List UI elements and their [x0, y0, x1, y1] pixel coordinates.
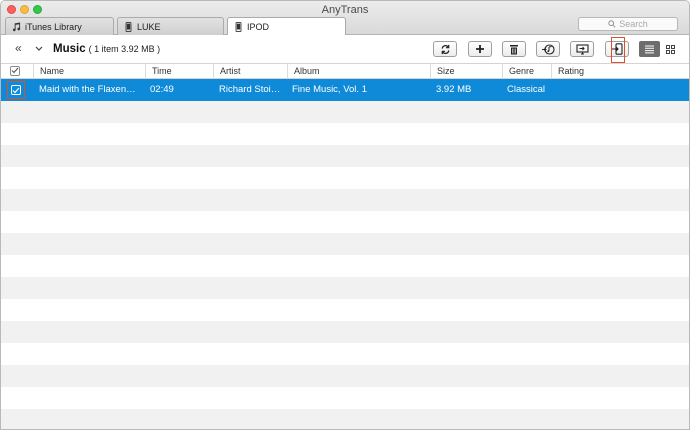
empty-row: [1, 387, 689, 409]
search-input[interactable]: Search: [578, 17, 678, 31]
empty-row: [1, 343, 689, 365]
add-button[interactable]: [468, 41, 492, 57]
chevron-down-icon: [35, 46, 43, 51]
cell-size: 3.92 MB: [436, 84, 472, 95]
column-header-size[interactable]: Size: [430, 64, 502, 79]
search-icon: [608, 20, 616, 28]
phone-icon: [125, 21, 132, 32]
empty-row: [1, 365, 689, 387]
empty-row: [1, 255, 689, 277]
empty-row: [1, 123, 689, 145]
column-header-genre[interactable]: Genre: [502, 64, 551, 79]
empty-row: [1, 167, 689, 189]
title-bar: AnyTrans iTunes Library LUKE IPOD Search: [1, 1, 689, 36]
empty-row: [1, 101, 689, 123]
tab-label: IPOD: [247, 22, 270, 32]
empty-row: [1, 409, 689, 429]
add-icon: [476, 45, 484, 53]
empty-row: [1, 321, 689, 343]
to-itunes-icon: [541, 43, 555, 55]
column-header-rating[interactable]: Rating: [551, 64, 689, 79]
list-view-icon: [645, 45, 654, 53]
cell-album: Fine Music, Vol. 1: [292, 84, 367, 95]
track-list: Maid with the Flaxen… 02:49 Richard Stoi…: [1, 79, 689, 429]
empty-row: [1, 145, 689, 167]
empty-row: [1, 189, 689, 211]
delete-button[interactable]: [502, 41, 526, 57]
empty-row: [1, 299, 689, 321]
tab-label: iTunes Library: [25, 21, 82, 32]
empty-row: [1, 277, 689, 299]
table-row[interactable]: Maid with the Flaxen… 02:49 Richard Stoi…: [1, 79, 689, 101]
window-title: AnyTrans: [321, 4, 369, 16]
column-header-album[interactable]: Album: [287, 64, 430, 79]
column-header-time[interactable]: Time: [145, 64, 213, 79]
checkmark-icon: [12, 87, 20, 93]
cell-artist: Richard Stoi…: [219, 84, 281, 95]
search-placeholder: Search: [619, 19, 648, 29]
select-all-column: [5, 64, 34, 79]
checkmark-icon: [11, 67, 19, 74]
tab-ipod[interactable]: IPOD: [227, 17, 346, 36]
delete-icon: [510, 44, 518, 54]
cell-name: Maid with the Flaxen…: [39, 84, 136, 95]
refresh-icon: [441, 44, 449, 54]
category-dropdown-button[interactable]: [35, 42, 43, 54]
to-computer-icon: [575, 43, 589, 55]
empty-row: [1, 233, 689, 255]
back-button[interactable]: «: [15, 42, 22, 54]
cell-rating: [557, 79, 677, 101]
music-note-icon: [12, 22, 21, 31]
grid-view-icon: [666, 44, 675, 54]
select-all-checkbox[interactable]: [10, 65, 20, 76]
tab-label: LUKE: [137, 21, 161, 32]
row-checkbox[interactable]: [11, 85, 21, 95]
tab-itunes-library[interactable]: iTunes Library: [5, 17, 114, 35]
send-to-itunes-button[interactable]: [536, 41, 560, 57]
tab-luke[interactable]: LUKE: [117, 17, 224, 35]
cell-genre: Classical: [507, 84, 546, 95]
cell-time: 02:49: [150, 84, 174, 95]
list-view-button[interactable]: [639, 41, 660, 57]
empty-row: [1, 211, 689, 233]
send-to-device-highlight: [611, 37, 625, 63]
breadcrumb: Music( 1 item 3.92 MB ): [53, 43, 160, 55]
table-header: Name Time Artist Album Size Genre Rating: [1, 63, 689, 79]
app-window: AnyTrans iTunes Library LUKE IPOD Search…: [0, 0, 690, 430]
device-tabs: iTunes Library LUKE IPOD: [5, 17, 349, 36]
send-to-computer-button[interactable]: [570, 41, 594, 57]
toolbar: « Music( 1 item 3.92 MB ): [1, 35, 689, 63]
view-mode-toggle: [639, 41, 681, 57]
phone-icon: [235, 22, 242, 32]
page-title: Music: [53, 43, 86, 55]
grid-view-button[interactable]: [660, 41, 681, 57]
item-count: ( 1 item 3.92 MB ): [88, 44, 161, 54]
column-header-artist[interactable]: Artist: [213, 64, 287, 79]
column-header-name[interactable]: Name: [33, 64, 145, 79]
row-checkbox-highlight: [7, 81, 25, 99]
refresh-button[interactable]: [433, 41, 457, 57]
